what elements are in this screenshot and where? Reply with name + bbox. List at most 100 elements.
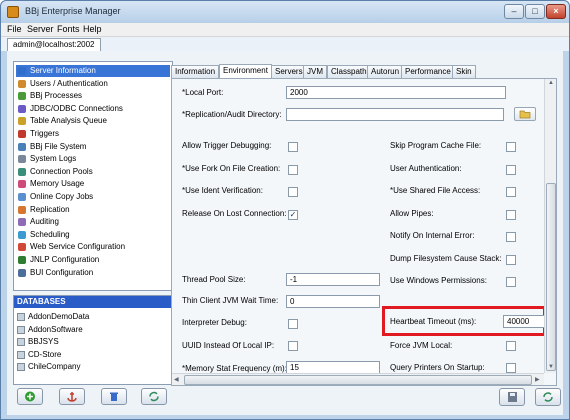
tab-classpath[interactable]: Classpath [327, 65, 371, 78]
menu-server[interactable]: Server [27, 24, 54, 34]
folder-icon [519, 110, 531, 119]
tree-item[interactable]: Table Analysis Queue [16, 115, 170, 127]
tree-item[interactable]: Connection Pools [16, 166, 170, 178]
tree-item[interactable]: Server Information [16, 65, 170, 77]
tree-item[interactable]: Users / Authentication [16, 78, 170, 90]
tree-item[interactable]: BBj File System [16, 141, 170, 153]
heartbeat-field[interactable]: 40000 [503, 315, 545, 328]
memory-stat-label: *Memory Stat Frequency (m): [182, 364, 287, 373]
tree-item[interactable]: JNLP Configuration [16, 254, 170, 266]
tree-item[interactable]: Triggers [16, 128, 170, 140]
tree-item[interactable]: Scheduling [16, 229, 170, 241]
env-right-label: Allow Pipes: [390, 208, 434, 218]
env-right-checkbox[interactable] [506, 164, 516, 175]
database-item[interactable]: BBJSYS [16, 336, 59, 348]
maximize-button[interactable]: □ [525, 4, 545, 19]
tree-item[interactable]: Web Service Configuration [16, 241, 170, 253]
env-left-label: Allow Trigger Debugging: [182, 141, 272, 150]
close-button[interactable]: × [546, 4, 566, 19]
tree-item[interactable]: JDBC/ODBC Connections [16, 103, 170, 115]
scroll-up-icon[interactable]: ▲ [548, 80, 554, 86]
database-label: ChileCompany [28, 362, 81, 371]
tab-performance[interactable]: Performance [401, 65, 455, 78]
menu-bar: File Server Fonts Help [1, 23, 569, 37]
trigger-icon [18, 130, 26, 138]
env-right-checkbox[interactable] [506, 187, 516, 197]
server-info-icon [18, 67, 26, 75]
vertical-scrollbar[interactable]: ▲ ▼ [544, 79, 556, 373]
thin-client-field[interactable]: 0 [286, 295, 380, 308]
database-icon [17, 363, 25, 371]
menu-file[interactable]: File [7, 24, 22, 34]
bui-icon [18, 268, 26, 277]
env-left-checkbox[interactable]: ✓ [288, 209, 298, 220]
table-icon [18, 117, 26, 126]
replication-dir-field[interactable] [286, 108, 504, 121]
tree-item[interactable]: Online Copy Jobs [16, 191, 170, 203]
copy-icon [18, 193, 26, 201]
env-right-checkbox[interactable] [506, 232, 516, 242]
save-button[interactable] [499, 388, 525, 406]
tree-item[interactable]: Replication [16, 204, 170, 216]
menu-fonts[interactable]: Fonts [57, 24, 80, 34]
local-port-field[interactable]: 2000 [286, 86, 506, 99]
force-jvm-local-checkbox[interactable] [506, 341, 516, 351]
title-bar[interactable]: BBj Enterprise Manager – □ × [1, 1, 569, 23]
env-right-checkbox[interactable] [506, 142, 516, 152]
tab-connection[interactable]: admin@localhost:2002 [7, 38, 101, 51]
env-right-checkbox[interactable] [506, 277, 516, 287]
tree-item[interactable]: System Logs [16, 153, 170, 165]
reload-button[interactable] [535, 388, 561, 406]
scroll-down-icon[interactable]: ▼ [548, 364, 554, 370]
tab-skin[interactable]: Skin [452, 65, 476, 78]
jdbc-icon [18, 104, 26, 113]
env-right-label: *Use Shared File Access: [390, 186, 481, 195]
database-item[interactable]: AddonSoftware [16, 324, 83, 336]
tree-item-label: Scheduling [30, 229, 70, 239]
env-left-checkbox[interactable] [288, 187, 298, 197]
tab-servers[interactable]: Servers [271, 65, 307, 78]
environment-panel: *Local Port: 2000 *Replication/Audit Dir… [171, 78, 557, 386]
scroll-left-icon[interactable]: ◀ [174, 376, 179, 383]
env-right-checkbox[interactable] [506, 209, 516, 220]
query-printers-label: Query Printers On Startup: [390, 363, 485, 372]
database-label: AddonSoftware [28, 324, 83, 334]
horizontal-scroll-thumb[interactable] [184, 375, 532, 385]
add-button[interactable] [17, 388, 43, 405]
refresh-button[interactable] [141, 388, 167, 405]
tree-item[interactable]: Memory Usage [16, 178, 170, 190]
thin-client-label: Thin Client JVM Wait Time: [182, 296, 279, 305]
database-label: AddonDemoData [28, 312, 90, 321]
database-icon [17, 350, 25, 359]
tree-item[interactable]: Auditing [16, 216, 170, 228]
vertical-scroll-thumb[interactable] [546, 183, 556, 371]
interpreter-debug-checkbox[interactable] [288, 319, 298, 329]
filesystem-icon [18, 142, 26, 151]
tab-jvm[interactable]: JVM [303, 65, 327, 78]
env-left-checkbox[interactable] [288, 164, 298, 175]
minimize-button[interactable]: – [504, 4, 524, 19]
database-item[interactable]: CD-Store [16, 349, 61, 361]
env-right-checkbox[interactable] [506, 254, 516, 265]
tree-item-label: Connection Pools [30, 166, 93, 176]
delete-button[interactable] [101, 388, 127, 405]
database-icon [17, 313, 25, 321]
tab-environment[interactable]: Environment [219, 64, 272, 78]
heartbeat-label: Heartbeat Timeout (ms): [390, 317, 477, 326]
query-printers-checkbox[interactable] [506, 363, 516, 373]
scroll-right-icon[interactable]: ▶ [535, 376, 540, 383]
menu-help[interactable]: Help [83, 24, 102, 34]
env-left-checkbox[interactable] [288, 142, 298, 152]
database-item[interactable]: ChileCompany [16, 361, 80, 373]
thread-pool-field[interactable]: -1 [286, 273, 380, 286]
tab-information[interactable]: Information [171, 65, 220, 78]
browse-button[interactable] [514, 107, 536, 121]
uuid-checkbox[interactable] [288, 341, 298, 351]
tree-item[interactable]: BBj Processes [16, 90, 170, 102]
anchor-button[interactable] [59, 388, 85, 405]
database-item[interactable]: AddonDemoData [16, 311, 89, 323]
tab-autorun[interactable]: Autorun [367, 65, 404, 78]
tree-item-label: BBj File System [30, 141, 87, 151]
tree-item[interactable]: BUI Configuration [16, 267, 170, 279]
horizontal-scrollbar[interactable]: ◀ ▶ [172, 373, 544, 385]
